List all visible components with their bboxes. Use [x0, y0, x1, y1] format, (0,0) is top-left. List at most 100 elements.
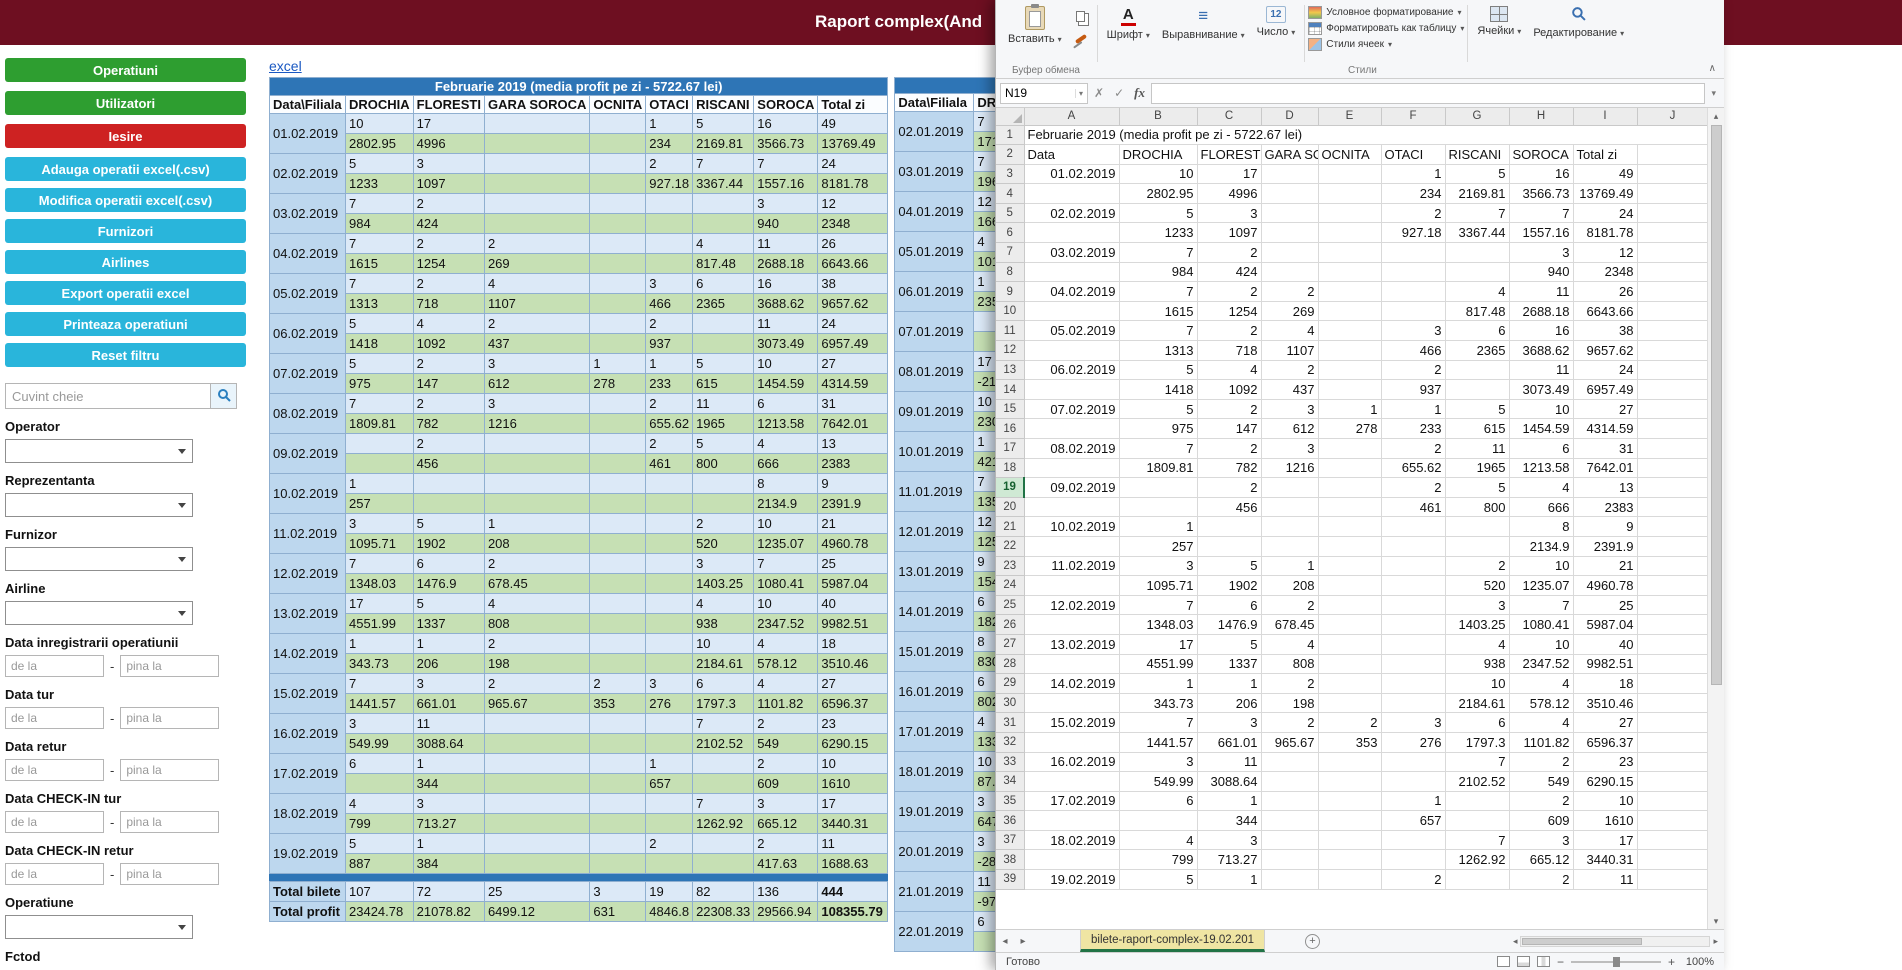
cell-D11[interactable]: 4 — [1261, 321, 1318, 341]
cell-H3[interactable]: 16 — [1509, 164, 1573, 184]
cell-B32[interactable]: 1441.57 — [1119, 732, 1197, 752]
cell-I11[interactable]: 38 — [1573, 321, 1637, 341]
cell-B15[interactable]: 5 — [1119, 399, 1197, 419]
number-menu-button[interactable]: 12 Число▾ — [1251, 2, 1302, 42]
cell-A15[interactable]: 07.02.2019 — [1024, 399, 1119, 419]
row-header-30[interactable]: 30 — [996, 693, 1024, 713]
row-header-4[interactable]: 4 — [996, 184, 1024, 204]
cell-E9[interactable] — [1318, 282, 1381, 302]
cell-G27[interactable]: 4 — [1445, 634, 1509, 654]
cell-I29[interactable]: 18 — [1573, 674, 1637, 694]
cell-D15[interactable]: 3 — [1261, 399, 1318, 419]
cell-D28[interactable]: 808 — [1261, 654, 1318, 674]
cell-E11[interactable] — [1318, 321, 1381, 341]
cell-E33[interactable] — [1318, 752, 1381, 772]
cell-H30[interactable]: 578.12 — [1509, 693, 1573, 713]
cell-C4[interactable]: 4996 — [1197, 184, 1261, 204]
zoom-out-button[interactable]: − — [1557, 955, 1564, 969]
cell-J11[interactable] — [1637, 321, 1708, 341]
cell-E14[interactable] — [1318, 380, 1381, 400]
cell-B33[interactable]: 3 — [1119, 752, 1197, 772]
cell-H24[interactable]: 1235.07 — [1509, 576, 1573, 596]
row-header-13[interactable]: 13 — [996, 360, 1024, 380]
sidebar-button-airlines[interactable]: Airlines — [5, 250, 246, 274]
cell-A12[interactable] — [1024, 341, 1119, 361]
cell-G6[interactable]: 3367.44 — [1445, 223, 1509, 243]
cell-H29[interactable]: 4 — [1509, 674, 1573, 694]
cell-I13[interactable]: 24 — [1573, 360, 1637, 380]
cell-F4[interactable]: 234 — [1381, 184, 1445, 204]
row-header-31[interactable]: 31 — [996, 713, 1024, 733]
cell-styles-button[interactable]: Стили ячеек▾ — [1308, 38, 1464, 51]
cell-A23[interactable]: 11.02.2019 — [1024, 556, 1119, 576]
cell-B21[interactable]: 1 — [1119, 517, 1197, 537]
cell-J15[interactable] — [1637, 399, 1708, 419]
cell-E8[interactable] — [1318, 262, 1381, 282]
cell-G28[interactable]: 938 — [1445, 654, 1509, 674]
cell-I16[interactable]: 4314.59 — [1573, 419, 1637, 439]
format-as-table-button[interactable]: Форматировать как таблицу▾ — [1308, 22, 1464, 35]
cell-H19[interactable]: 4 — [1509, 478, 1573, 498]
date-from-input-data-retur[interactable] — [5, 759, 104, 781]
cell-E21[interactable] — [1318, 517, 1381, 537]
cell-D8[interactable] — [1261, 262, 1318, 282]
cell-A21[interactable]: 10.02.2019 — [1024, 517, 1119, 537]
row-header-39[interactable]: 39 — [996, 870, 1024, 890]
cell-E24[interactable] — [1318, 576, 1381, 596]
zoom-slider[interactable] — [1571, 961, 1661, 963]
sidebar-button-furnizori[interactable]: Furnizori — [5, 219, 246, 243]
cell-I26[interactable]: 5987.04 — [1573, 615, 1637, 635]
row-header-14[interactable]: 14 — [996, 380, 1024, 400]
cell-D36[interactable] — [1261, 811, 1318, 831]
cell-C10[interactable]: 1254 — [1197, 301, 1261, 321]
cell-E38[interactable] — [1318, 850, 1381, 870]
row-header-21[interactable]: 21 — [996, 517, 1024, 537]
cell-H27[interactable]: 10 — [1509, 634, 1573, 654]
zoom-in-button[interactable]: + — [1668, 955, 1675, 969]
date-from-input-data-tur[interactable] — [5, 707, 104, 729]
cell-F16[interactable]: 233 — [1381, 419, 1445, 439]
cell-D35[interactable] — [1261, 791, 1318, 811]
cell-C6[interactable]: 1097 — [1197, 223, 1261, 243]
cell-G18[interactable]: 1965 — [1445, 458, 1509, 478]
row-header-15[interactable]: 15 — [996, 399, 1024, 419]
date-to-input-data-inregistrarii-operatiunii[interactable] — [120, 655, 219, 677]
cell-F27[interactable] — [1381, 634, 1445, 654]
cell-G38[interactable]: 1262.92 — [1445, 850, 1509, 870]
cell-B27[interactable]: 17 — [1119, 634, 1197, 654]
cell-A32[interactable] — [1024, 732, 1119, 752]
cell-F14[interactable]: 937 — [1381, 380, 1445, 400]
cell-D6[interactable] — [1261, 223, 1318, 243]
cell-F35[interactable]: 1 — [1381, 791, 1445, 811]
cell-E35[interactable] — [1318, 791, 1381, 811]
row-header-38[interactable]: 38 — [996, 850, 1024, 870]
sidebar-button-export-operatii-excel[interactable]: Export operatii excel — [5, 281, 246, 305]
cell-D21[interactable] — [1261, 517, 1318, 537]
cell-F38[interactable] — [1381, 850, 1445, 870]
cell-H28[interactable]: 2347.52 — [1509, 654, 1573, 674]
cell-C13[interactable]: 4 — [1197, 360, 1261, 380]
cell-I3[interactable]: 49 — [1573, 164, 1637, 184]
sidebar-button-utilizatori[interactable]: Utilizatori — [5, 91, 246, 115]
cell-J36[interactable] — [1637, 811, 1708, 831]
cell-A36[interactable] — [1024, 811, 1119, 831]
font-menu-button[interactable]: А Шрифт▾ — [1101, 2, 1156, 45]
cell-D26[interactable]: 678.45 — [1261, 615, 1318, 635]
cell-B6[interactable]: 1233 — [1119, 223, 1197, 243]
sheet-nav-left-icon[interactable]: ◂ — [996, 930, 1014, 952]
cell-I25[interactable]: 25 — [1573, 595, 1637, 615]
cell-C16[interactable]: 147 — [1197, 419, 1261, 439]
cell-I2[interactable]: Total zi — [1573, 145, 1637, 165]
cell-A20[interactable] — [1024, 497, 1119, 517]
cell-H17[interactable]: 6 — [1509, 439, 1573, 459]
cell-J28[interactable] — [1637, 654, 1708, 674]
cell-I18[interactable]: 7642.01 — [1573, 458, 1637, 478]
cell-E5[interactable] — [1318, 203, 1381, 223]
cell-G31[interactable]: 6 — [1445, 713, 1509, 733]
cell-C21[interactable] — [1197, 517, 1261, 537]
cell-B24[interactable]: 1095.71 — [1119, 576, 1197, 596]
cell-C39[interactable]: 1 — [1197, 870, 1261, 890]
cell-J25[interactable] — [1637, 595, 1708, 615]
cell-D39[interactable] — [1261, 870, 1318, 890]
cell-H34[interactable]: 549 — [1509, 772, 1573, 792]
